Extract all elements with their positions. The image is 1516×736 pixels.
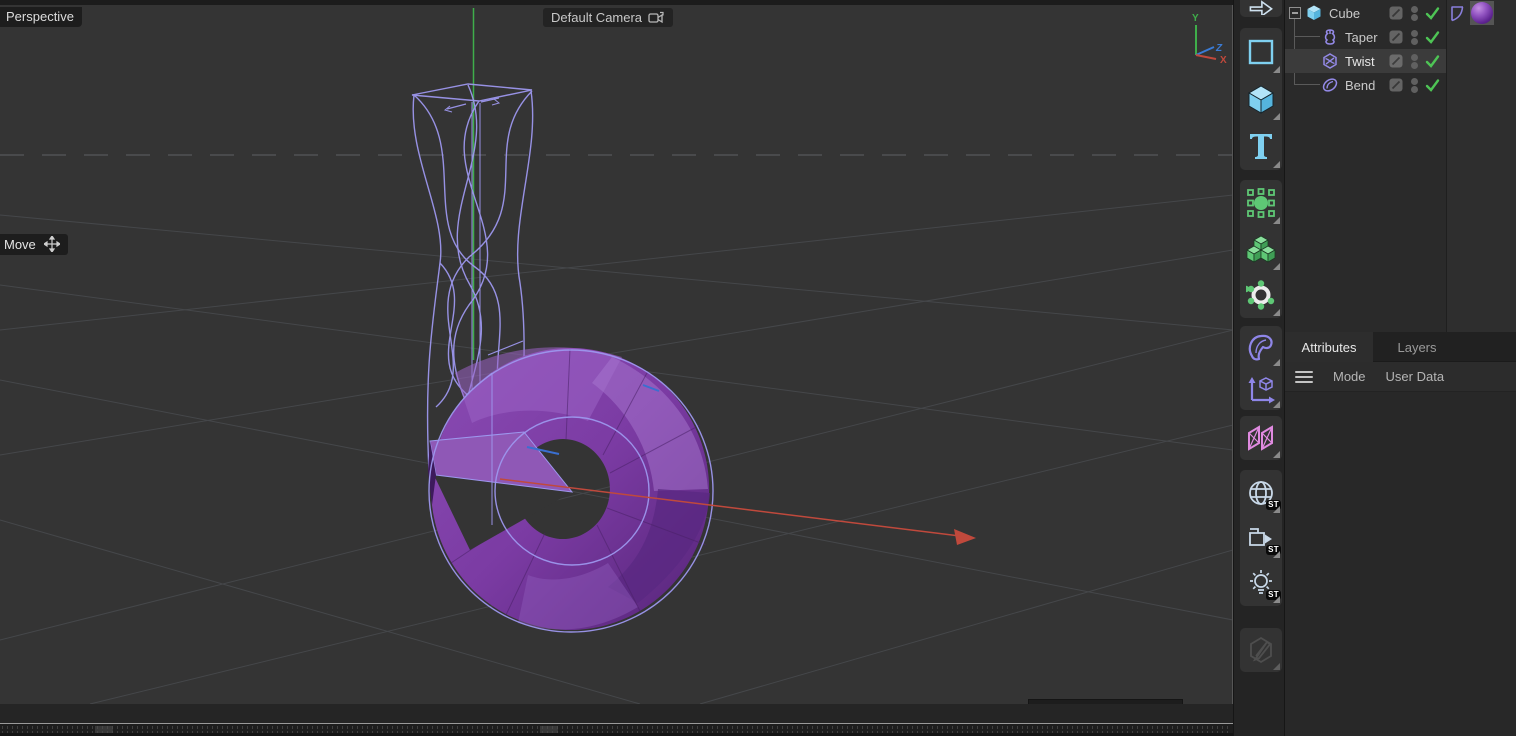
- object-row-cube[interactable]: Cube: [1285, 1, 1446, 25]
- cube-primitive-icon[interactable]: [1240, 75, 1282, 122]
- taper-icon: [1321, 28, 1339, 46]
- st-badge: ST: [1266, 500, 1281, 510]
- active-tool-indicator: Move: [0, 234, 68, 255]
- layer-toggle[interactable]: [1389, 6, 1403, 20]
- phong-tag-icon[interactable]: [1449, 5, 1465, 22]
- object-row-twist[interactable]: Twist: [1285, 49, 1446, 73]
- array-generator-icon[interactable]: [1240, 226, 1282, 272]
- object-name[interactable]: Bend: [1345, 78, 1375, 93]
- axis-z-label: Z: [1215, 43, 1223, 54]
- menu-user-data[interactable]: User Data: [1386, 369, 1445, 384]
- deformed-cube-object[interactable]: [428, 347, 710, 630]
- cube-icon: [1305, 4, 1323, 22]
- tool-name-label: Move: [4, 237, 36, 252]
- st-badge: ST: [1266, 590, 1281, 600]
- enabled-checkmark[interactable]: [1424, 53, 1440, 69]
- perspective-viewport[interactable]: Perspective Default Camera Move Grid Spa…: [0, 5, 1233, 704]
- symmetry-icon[interactable]: [1240, 416, 1282, 460]
- tab-layers[interactable]: Layers: [1373, 332, 1461, 362]
- bend-icon: [1321, 76, 1339, 94]
- visibility-dots[interactable]: [1411, 78, 1418, 93]
- timeline-ticks-row1: [2, 726, 1230, 729]
- toolbar-group-create: [1240, 28, 1282, 170]
- visibility-dots[interactable]: [1411, 6, 1418, 21]
- sky-st-icon[interactable]: ST: [1240, 470, 1282, 515]
- toolbar-group-nav: [1240, 0, 1282, 17]
- toolbar-group-mograph: [1240, 180, 1282, 318]
- enabled-checkmark[interactable]: [1424, 77, 1440, 93]
- axis-gizmo[interactable]: Y Z X: [1184, 11, 1232, 63]
- camera-selector[interactable]: Default Camera: [543, 8, 673, 27]
- view-mode-label[interactable]: Perspective: [0, 7, 82, 27]
- scene-3d: [0, 5, 1233, 704]
- sculpt-pencil-icon: [1240, 628, 1282, 672]
- jump-arrow-icon[interactable]: [1240, 0, 1282, 17]
- toolbar-group-symmetry: [1240, 416, 1282, 460]
- application-window: Perspective Default Camera Move Grid Spa…: [0, 0, 1516, 736]
- object-row-bend[interactable]: Bend: [1285, 73, 1446, 97]
- material-tag[interactable]: [1470, 1, 1494, 25]
- st-badge: ST: [1266, 545, 1281, 555]
- x-axis-arrow[interactable]: [500, 479, 976, 545]
- attributes-menu-bar: Mode User Data: [1285, 362, 1516, 392]
- mograph-cloner-icon[interactable]: [1240, 180, 1282, 226]
- camera-icon[interactable]: [648, 11, 665, 24]
- move-icon: [44, 236, 60, 252]
- rectangle-spline-icon[interactable]: [1240, 28, 1282, 75]
- menu-mode[interactable]: Mode: [1333, 369, 1366, 384]
- attributes-tab-bar: Attributes Layers: [1285, 332, 1516, 362]
- visibility-dots[interactable]: [1411, 30, 1418, 45]
- bend-deformer-icon[interactable]: [1240, 326, 1282, 368]
- tab-attributes[interactable]: Attributes: [1285, 332, 1373, 362]
- object-name[interactable]: Taper: [1345, 30, 1378, 45]
- camera-name-label: Default Camera: [551, 10, 642, 25]
- object-manager: Cube Taper: [1284, 0, 1516, 332]
- enabled-checkmark[interactable]: [1424, 29, 1440, 45]
- twist-icon: [1321, 52, 1339, 70]
- right-toolbar: ST ST: [1233, 0, 1284, 736]
- hamburger-menu-icon[interactable]: [1295, 371, 1313, 383]
- object-manager-tag-column: [1446, 0, 1516, 332]
- enabled-checkmark[interactable]: [1424, 5, 1440, 21]
- toolbar-group-stage: ST ST: [1240, 470, 1282, 606]
- metaball-icon[interactable]: [1240, 272, 1282, 318]
- object-row-taper[interactable]: Taper: [1285, 25, 1446, 49]
- axis-x-label: X: [1220, 55, 1227, 63]
- axis-y-label: Y: [1192, 13, 1199, 24]
- layer-toggle[interactable]: [1389, 54, 1403, 68]
- object-name[interactable]: Twist: [1345, 54, 1375, 69]
- layer-toggle[interactable]: [1389, 30, 1403, 44]
- command-strip: [0, 704, 1233, 723]
- object-name[interactable]: Cube: [1329, 6, 1360, 21]
- text-tool-icon[interactable]: [1240, 122, 1282, 170]
- toolbar-group-deform: [1240, 326, 1282, 410]
- attributes-panel: Attributes Layers Mode User Data: [1284, 332, 1516, 736]
- material-sphere-preview: [1471, 2, 1493, 24]
- collapse-toggle-icon[interactable]: [1289, 7, 1301, 19]
- visibility-dots[interactable]: [1411, 54, 1418, 69]
- toolbar-group-sculpt: [1240, 628, 1282, 672]
- stage-camera-st-icon[interactable]: ST: [1240, 515, 1282, 560]
- light-st-icon[interactable]: ST: [1240, 560, 1282, 605]
- layer-toggle[interactable]: [1389, 78, 1403, 92]
- axis-modify-icon[interactable]: [1240, 368, 1282, 410]
